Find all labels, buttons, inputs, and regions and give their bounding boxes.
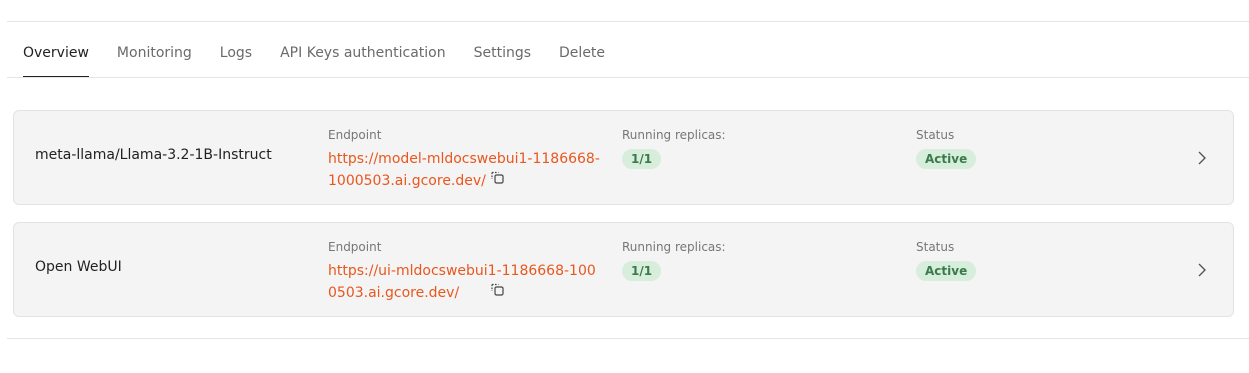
- status-label: Status: [916, 240, 955, 254]
- deployment-name: meta-llama/Llama-3.2-1B-Instruct: [35, 147, 272, 163]
- top-divider: [7, 21, 1249, 22]
- bottom-divider: [7, 338, 1249, 339]
- status-badge: Active: [916, 261, 977, 281]
- chevron-right-icon[interactable]: [1196, 150, 1208, 166]
- deployment-card[interactable]: Open WebUI Endpoint https://ui-mldocsweb…: [13, 222, 1234, 317]
- status-label: Status: [916, 128, 955, 142]
- deployment-name: Open WebUI: [35, 259, 122, 275]
- tab-bar: Overview Monitoring Logs API Keys authen…: [7, 40, 1249, 78]
- status-badge: Active: [916, 149, 977, 169]
- tab-api-keys-authentication[interactable]: API Keys authentication: [280, 40, 446, 78]
- endpoint-label: Endpoint: [328, 240, 382, 254]
- endpoint-label: Endpoint: [328, 128, 382, 142]
- tab-delete[interactable]: Delete: [559, 40, 605, 78]
- replicas-badge: 1/1: [622, 261, 662, 281]
- tab-logs[interactable]: Logs: [220, 40, 252, 78]
- tab-monitoring[interactable]: Monitoring: [117, 40, 192, 78]
- copy-icon[interactable]: [489, 170, 505, 186]
- copy-icon[interactable]: [489, 282, 505, 298]
- deployment-card[interactable]: meta-llama/Llama-3.2-1B-Instruct Endpoin…: [13, 110, 1234, 205]
- tab-settings[interactable]: Settings: [474, 40, 531, 78]
- endpoint-link[interactable]: https://model-mldocswebui1-1186668-10005…: [328, 148, 603, 192]
- tab-overview[interactable]: Overview: [23, 40, 89, 78]
- endpoint-link[interactable]: https://ui-mldocswebui1-1186668-1000503.…: [328, 260, 603, 304]
- replicas-label: Running replicas:: [622, 128, 726, 142]
- chevron-right-icon[interactable]: [1196, 262, 1208, 278]
- replicas-badge: 1/1: [622, 149, 662, 169]
- replicas-label: Running replicas:: [622, 240, 726, 254]
